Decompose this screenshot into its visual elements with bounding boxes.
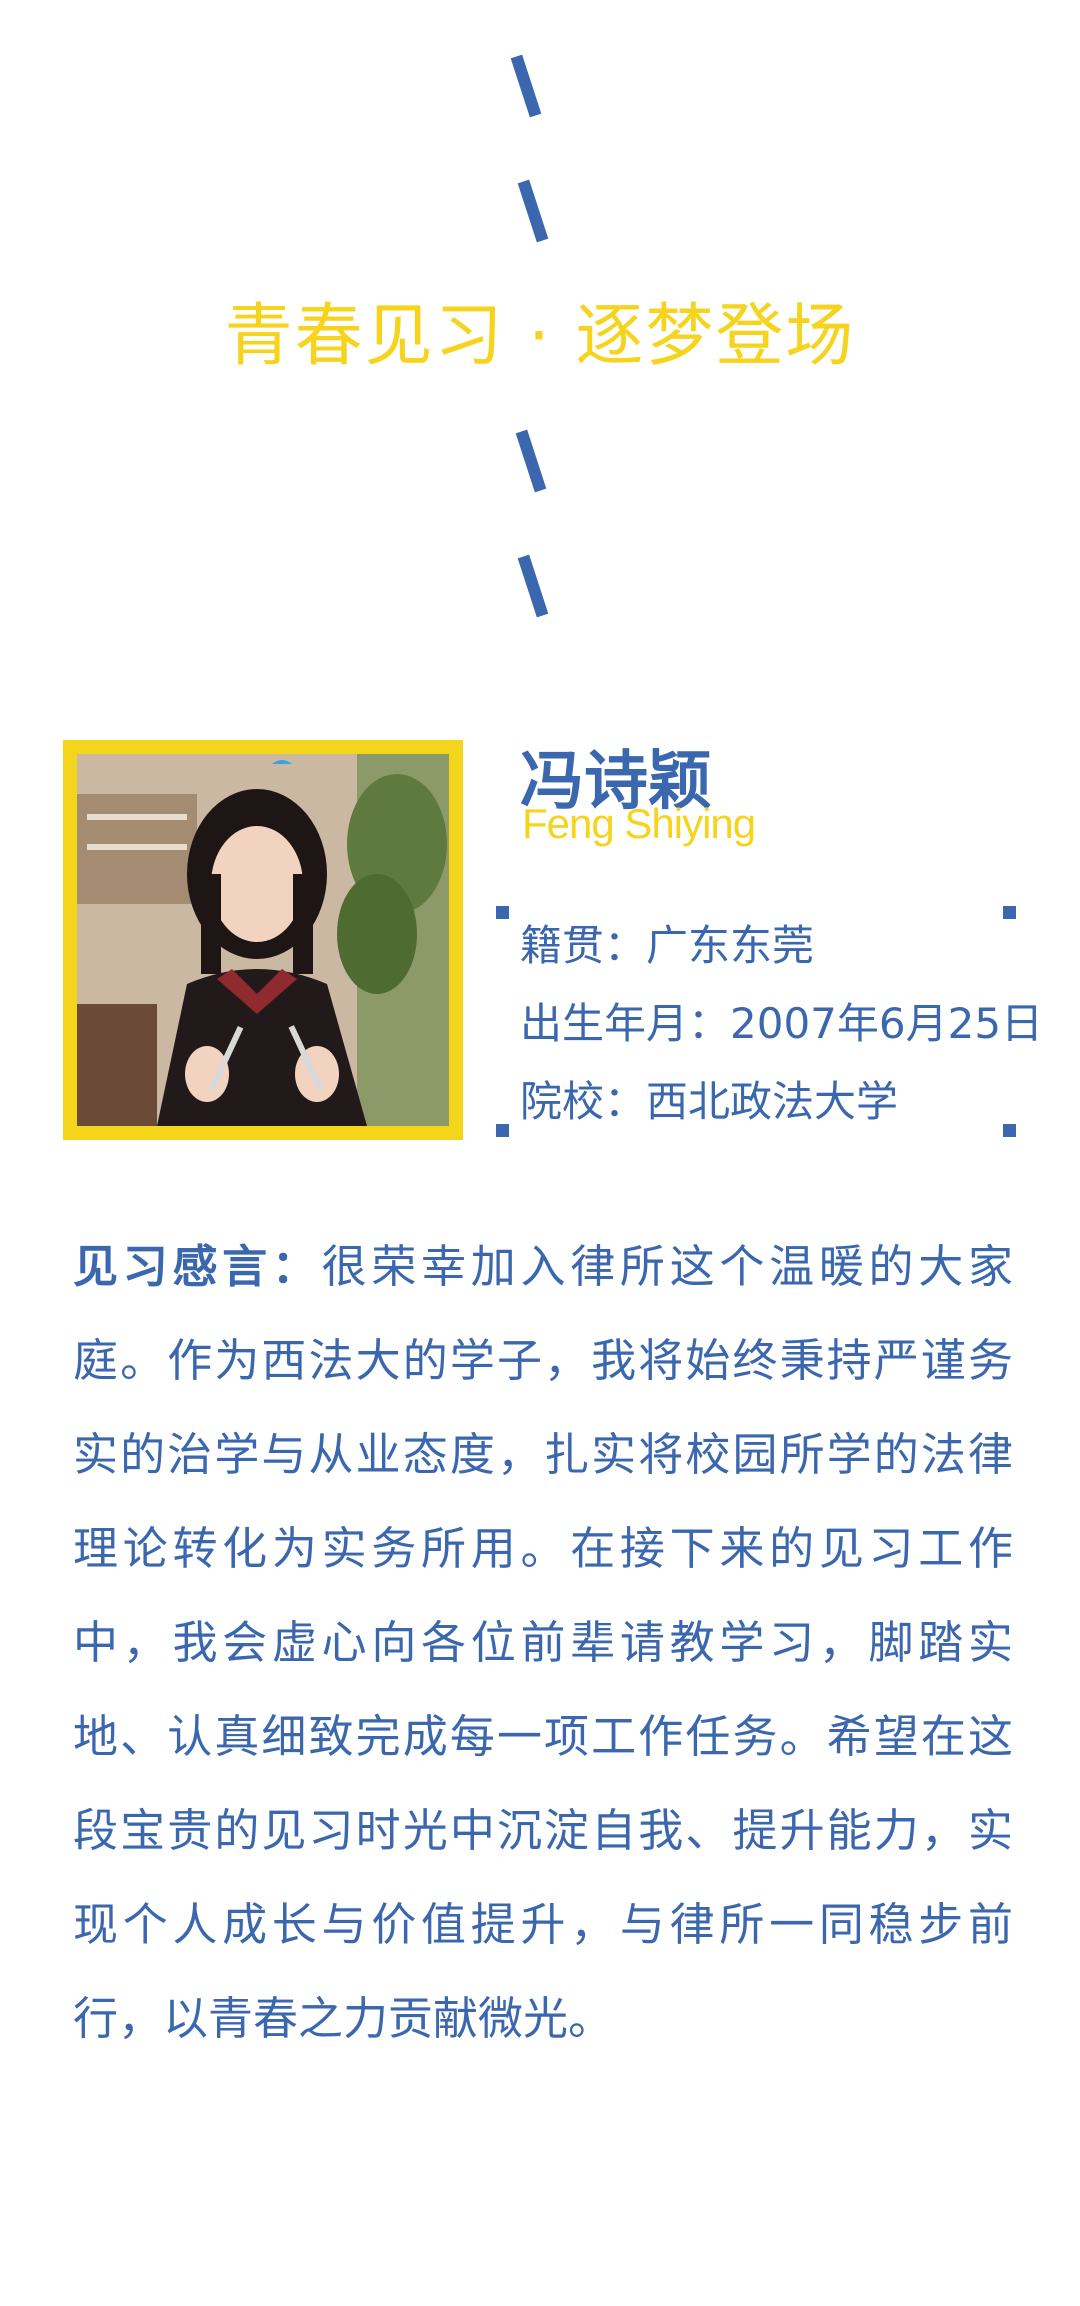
decor-dash-3 [515, 429, 547, 493]
decor-dash-4 [517, 554, 549, 618]
info-corner-bottom-left [496, 1124, 509, 1137]
internship-speech: 见习感言：很荣幸加入律所这个温暖的大家庭。作为西法大的学子，我将始终秉持严谨务实… [73, 1220, 1013, 2066]
info-corner-top-left [496, 906, 509, 919]
info-birth: 出生年月：2007年6月25日 [520, 999, 1044, 1048]
info-corner-bottom-right [1003, 1124, 1016, 1137]
decor-dash-2 [517, 179, 549, 243]
info-corner-top-right [1003, 906, 1016, 919]
name-english: Feng Shiying [522, 800, 756, 847]
info-school: 院校：西北政法大学 [520, 1077, 899, 1126]
headline: 青春见习 · 逐梦登场 [224, 297, 856, 376]
decor-dash-1 [510, 54, 542, 118]
info-hometown: 籍贯：广东东莞 [520, 921, 815, 970]
portrait-image [77, 754, 449, 1126]
speech-label: 见习感言： [73, 1240, 322, 1293]
speech-text: 很荣幸加入律所这个温暖的大家庭。作为西法大的学子，我将始终秉持严谨务实的治学与从… [73, 1240, 1013, 2045]
profile-photo-frame [63, 740, 463, 1140]
profile-photo [77, 754, 449, 1126]
